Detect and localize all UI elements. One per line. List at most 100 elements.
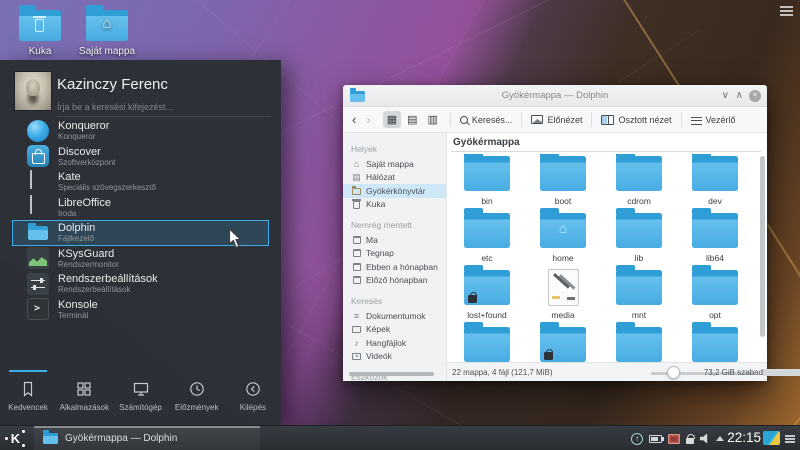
search-section-title: Keresés: [351, 296, 446, 306]
software-updates-icon[interactable]: ↑: [631, 433, 643, 445]
folder-item[interactable]: [449, 325, 525, 362]
application-launcher-button[interactable]: K: [7, 430, 24, 447]
battery-icon[interactable]: [649, 435, 662, 443]
sidebar-item-label: Gyökérkönyvtár: [366, 186, 426, 196]
desktop-icon-home[interactable]: ⌂ Saját mappa: [72, 4, 142, 57]
sidebar-item-label: Hálózat: [366, 172, 395, 182]
desktop-icon-label: Saját mappa: [72, 46, 142, 57]
search-button[interactable]: Keresés...: [458, 115, 515, 125]
documents-icon: ≡: [351, 311, 362, 321]
app-description: Konqueror: [58, 132, 109, 141]
split-view-button[interactable]: Osztott nézet: [599, 115, 673, 125]
search-input[interactable]: Írja be a keresési kifejezést...: [57, 102, 173, 112]
lock-icon[interactable]: [686, 438, 694, 444]
forward-button[interactable]: ›: [361, 113, 375, 126]
sidebar-item-today[interactable]: Ma: [343, 233, 446, 247]
sidebar-item-this-month[interactable]: Ebben a hónapban: [343, 260, 446, 274]
folder-item-cdrom[interactable]: cdrom: [601, 154, 677, 211]
folder-item-opt[interactable]: opt: [677, 268, 753, 325]
scrollbar-thumb[interactable]: [760, 156, 765, 337]
sidebar-item-last-month[interactable]: Előző hónapban: [343, 274, 446, 288]
tab-leave[interactable]: Kilépés: [225, 368, 281, 420]
ksysguard-icon: [27, 247, 49, 269]
sidebar-item-videos[interactable]: Videók: [343, 350, 446, 364]
vertical-scrollbar[interactable]: [760, 156, 765, 357]
tab-applications[interactable]: Alkalmazások: [56, 368, 112, 420]
launcher-app-systemsettings[interactable]: RendszerbeállításokRendszerbeállítások: [0, 271, 281, 297]
icons-view-button[interactable]: ▦: [383, 111, 401, 128]
folder-item-mnt[interactable]: mnt: [601, 268, 677, 325]
folder-item-dev[interactable]: dev: [677, 154, 753, 211]
task-button-label: Gyökérmappa — Dolphin: [65, 433, 177, 444]
app-name: KSysGuard: [58, 248, 119, 260]
zoom-slider-handle[interactable]: [667, 366, 680, 379]
tab-favorites[interactable]: Kedvencek: [0, 368, 56, 420]
folder-item-bin[interactable]: bin: [449, 154, 525, 211]
folder-icon: [464, 213, 510, 248]
sidebar-item-documents[interactable]: ≡Dokumentumok: [343, 309, 446, 323]
compact-view-button[interactable]: ▤: [403, 111, 421, 128]
volume-icon[interactable]: [700, 434, 710, 444]
media-file-icon: [548, 269, 579, 306]
system-settings-icon: [27, 273, 49, 295]
sidebar-item-label: Előző hónapban: [366, 275, 427, 285]
folder-item-lost-found[interactable]: lost+found: [449, 268, 525, 325]
sidebar-item-label: Ebben a hónapban: [366, 262, 438, 272]
tab-computer[interactable]: Számítógép: [112, 368, 168, 420]
folder-item-media[interactable]: media: [525, 268, 601, 325]
window-titlebar[interactable]: Gyökérmappa — Dolphin ∨ ∧ ✕: [343, 85, 767, 107]
launcher-app-konsole[interactable]: KonsoleTerminál: [0, 297, 281, 323]
monitor-icon: [132, 380, 150, 398]
trash-folder-icon: [19, 10, 61, 41]
folder-label: bin: [449, 196, 529, 206]
app-name: Dolphin: [58, 222, 95, 234]
maximize-button[interactable]: ∧: [736, 89, 743, 102]
desktop-toolbox-icon[interactable]: [780, 6, 793, 8]
folder-item[interactable]: [601, 325, 677, 362]
user-avatar[interactable]: [14, 71, 52, 111]
locked-folder-icon: [540, 327, 586, 362]
preview-button[interactable]: Előnézet: [529, 115, 584, 125]
screen-layout-icon[interactable]: [668, 434, 680, 444]
sidebar-item-root[interactable]: Gyökérkönyvtár: [343, 184, 446, 198]
folder-item-lib[interactable]: lib: [601, 211, 677, 268]
desktop-icon-label: Kuka: [5, 46, 75, 57]
panel-menu-icon[interactable]: [785, 435, 795, 437]
tab-history[interactable]: Előzmények: [169, 368, 225, 420]
launcher-app-ksysguard[interactable]: KSysGuardRendszermonitor: [0, 246, 281, 272]
sidebar-item-yesterday[interactable]: Tegnap: [343, 247, 446, 261]
folder-item-boot[interactable]: boot: [525, 154, 601, 211]
launcher-app-libreoffice[interactable]: LibreOfficeIroda: [0, 195, 281, 221]
dolphin-task-icon: [43, 433, 58, 444]
details-view-button[interactable]: ▥: [424, 111, 442, 128]
launcher-app-kate[interactable]: KateSpeciális szövegszerkesztő: [0, 169, 281, 195]
control-button[interactable]: Vezérlő: [689, 115, 738, 125]
sidebar-item-audio[interactable]: ♪Hangfájlok: [343, 336, 446, 350]
sidebar-item-home[interactable]: ⌂Saját mappa: [343, 157, 446, 171]
folder-item-lib64[interactable]: lib64: [677, 211, 753, 268]
close-button[interactable]: ✕: [749, 90, 761, 102]
launcher-app-konqueror[interactable]: KonquerorKonqueror: [0, 118, 281, 144]
audio-icon: ♪: [351, 338, 362, 348]
task-button-dolphin[interactable]: Gyökérmappa — Dolphin: [34, 426, 260, 450]
libreoffice-icon: [30, 195, 32, 214]
folder-item[interactable]: [525, 325, 601, 362]
folder-grid: bin boot cdrom dev etc ⌂home lib lib64 l…: [449, 154, 757, 362]
search-button-label: Keresés...: [472, 115, 513, 125]
digital-clock[interactable]: 22:15: [727, 430, 761, 445]
sidebar-horizontal-scrollbar[interactable]: [349, 372, 434, 376]
sidebar-item-images[interactable]: Képek: [343, 323, 446, 337]
folder-item-etc[interactable]: etc: [449, 211, 525, 268]
sidebar-item-trash[interactable]: Kuka: [343, 198, 446, 212]
back-button[interactable]: ‹: [347, 113, 361, 126]
calendar-icon: [351, 263, 362, 271]
launcher-app-discover[interactable]: DiscoverSzoftverközpont: [0, 144, 281, 170]
desktop-icon-trash[interactable]: Kuka: [5, 4, 75, 57]
minimize-button[interactable]: ∨: [722, 89, 729, 102]
view-heading: Gyökérmappa: [453, 137, 520, 148]
folder-item-home[interactable]: ⌂home: [525, 211, 601, 268]
expand-tray-icon[interactable]: [716, 436, 724, 441]
folder-item[interactable]: [677, 325, 753, 362]
desktop-pager[interactable]: [763, 431, 780, 445]
sidebar-item-network[interactable]: ▤Hálózat: [343, 171, 446, 185]
